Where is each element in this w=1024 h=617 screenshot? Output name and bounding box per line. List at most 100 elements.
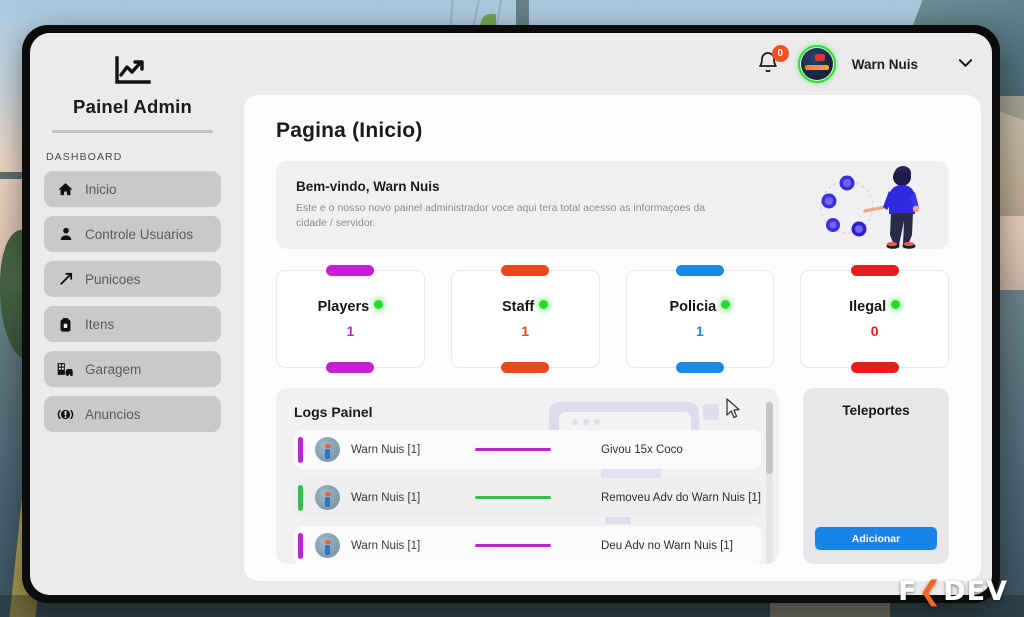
page-title: Pagina (Inicio) [276, 119, 423, 142]
avatar[interactable] [797, 45, 836, 83]
adicionar-button[interactable]: Adicionar [815, 527, 938, 550]
log-accent-bar [298, 436, 303, 463]
logs-list: Warn Nuis [1] Givou 15x Coco Warn Nuis [… [294, 430, 762, 564]
welcome-banner: Bem-vindo, Warn Nuis Este e o nosso novo… [276, 161, 950, 249]
stat-card-staff[interactable]: Staff 1 [450, 265, 600, 373]
status-dot [539, 300, 549, 309]
chevron-down-icon[interactable] [958, 55, 973, 73]
user-icon [57, 226, 74, 243]
accent-bar-bottom [326, 362, 375, 373]
hammer-icon [57, 271, 74, 288]
mouse-cursor [726, 398, 742, 425]
welcome-subtitle: Este e o nosso novo painel administrador… [296, 202, 706, 230]
sidebar-item-itens[interactable]: Itens [44, 306, 221, 342]
log-avatar [315, 533, 340, 558]
accent-bar-top [326, 265, 375, 276]
backpack-icon [57, 316, 74, 333]
stat-label: Policia [669, 299, 717, 315]
chart-growth-icon [44, 55, 221, 92]
stat-label: Ilegal [849, 299, 887, 315]
log-message: Deu Adv no Warn Nuis [1] [601, 539, 733, 552]
log-username: Warn Nuis [1] [351, 539, 421, 552]
megaphone-icon [57, 406, 74, 423]
status-dot [721, 300, 731, 309]
stat-header: Staff [502, 299, 549, 315]
content-card: Pagina (Inicio) Bem-vindo, Warn Nuis Est… [244, 95, 982, 581]
brand: Painel Admin [44, 55, 221, 118]
logs-panel: Logs Painel Warn Nuis [1] Givou 15x Coco [276, 388, 780, 564]
accent-bar-top [850, 265, 899, 276]
sidebar-item-controle-usuarios[interactable]: Controle Usuarios [44, 216, 221, 252]
sidebar: Painel Admin DASHBOARD Inicio Controle U… [30, 33, 235, 595]
sidebar-section-label: DASHBOARD [46, 151, 123, 163]
log-divider-line [475, 496, 551, 499]
watermark-text-left: F [898, 576, 918, 607]
sidebar-item-label: Garagem [85, 361, 142, 377]
app-window: Painel Admin DASHBOARD Inicio Controle U… [30, 33, 992, 595]
log-avatar [315, 437, 340, 462]
logs-scrollbar[interactable] [766, 402, 774, 564]
stat-card-players[interactable]: Players 1 [276, 265, 425, 373]
stat-header: Ilegal [849, 299, 901, 315]
log-message: Givou 15x Coco [601, 443, 683, 456]
sidebar-item-label: Anuncios [85, 406, 141, 422]
watermark-chevron-icon: ❮ [918, 576, 943, 607]
accent-bar-bottom [501, 362, 550, 373]
log-divider-line [475, 448, 551, 451]
stat-value: 1 [346, 323, 355, 339]
stat-header: Policia [670, 299, 731, 315]
log-avatar [315, 485, 340, 510]
teleportes-panel: Teleportes Adicionar [803, 388, 950, 564]
brand-title: Painel Admin [73, 96, 192, 117]
sidebar-nav: Inicio Controle Usuarios Punicoes Itens … [44, 171, 221, 432]
stat-card-ilegal[interactable]: Ilegal 0 [800, 265, 949, 373]
stat-label: Players [317, 299, 370, 315]
sidebar-item-garagem[interactable]: Garagem [44, 351, 221, 387]
bottom-row: Logs Painel Warn Nuis [1] Givou 15x Coco [276, 388, 950, 564]
log-accent-bar [298, 484, 303, 511]
username-label: Warn Nuis [851, 56, 919, 72]
sidebar-item-inicio[interactable]: Inicio [44, 171, 221, 207]
garage-car-icon [57, 361, 74, 378]
stat-value: 1 [695, 323, 704, 339]
app-window-frame: Painel Admin DASHBOARD Inicio Controle U… [22, 25, 1000, 603]
logs-panel-title: Logs Painel [294, 404, 373, 420]
stat-value: 0 [870, 323, 879, 339]
log-username: Warn Nuis [1] [351, 443, 421, 456]
stat-label: Staff [502, 299, 535, 315]
avatar-image [800, 48, 833, 80]
topbar: 0 Warn Nuis [235, 33, 992, 95]
status-dot [891, 300, 901, 309]
sidebar-divider [52, 130, 213, 133]
logs-scrollbar-thumb[interactable] [766, 402, 774, 474]
log-row[interactable]: Warn Nuis [1] Deu Adv no Warn Nuis [1] [294, 526, 762, 564]
main-area: 0 Warn Nuis Pagina (Inicio) Bem-vindo, W… [235, 33, 992, 595]
accent-bar-bottom [850, 362, 899, 373]
log-row[interactable]: Warn Nuis [1] Givou 15x Coco [294, 430, 762, 469]
notifications-button[interactable]: 0 [756, 45, 789, 80]
sidebar-item-label: Itens [85, 316, 115, 332]
log-divider-line [475, 544, 551, 547]
watermark-text-right: DEV [943, 576, 1008, 607]
log-row[interactable]: Warn Nuis [1] Removeu Adv do Warn Nuis [… [294, 478, 762, 517]
sidebar-item-anuncios[interactable]: Anuncios [44, 396, 221, 432]
bell-icon [756, 52, 780, 80]
sidebar-item-punicoes[interactable]: Punicoes [44, 261, 221, 297]
person-with-network-illustration [805, 161, 935, 249]
watermark-logo: F ❮ DEV [898, 576, 1008, 607]
home-icon [57, 181, 74, 198]
log-accent-bar [298, 532, 303, 559]
sidebar-item-label: Controle Usuarios [85, 226, 194, 242]
notification-badge: 0 [771, 45, 789, 62]
accent-bar-bottom [675, 362, 724, 373]
sidebar-item-label: Inicio [85, 181, 117, 197]
accent-bar-top [501, 265, 550, 276]
stat-cards: Players 1 Staff 1 Policia 1 Ilegal 0 [276, 265, 949, 373]
teleportes-title: Teleportes [842, 403, 910, 418]
stat-card-policia[interactable]: Policia 1 [625, 265, 775, 373]
accent-bar-top [675, 265, 724, 276]
log-message: Removeu Adv do Warn Nuis [1] [601, 491, 762, 504]
stat-header: Players [318, 299, 384, 315]
sidebar-item-label: Punicoes [85, 271, 141, 287]
status-dot [374, 300, 384, 309]
